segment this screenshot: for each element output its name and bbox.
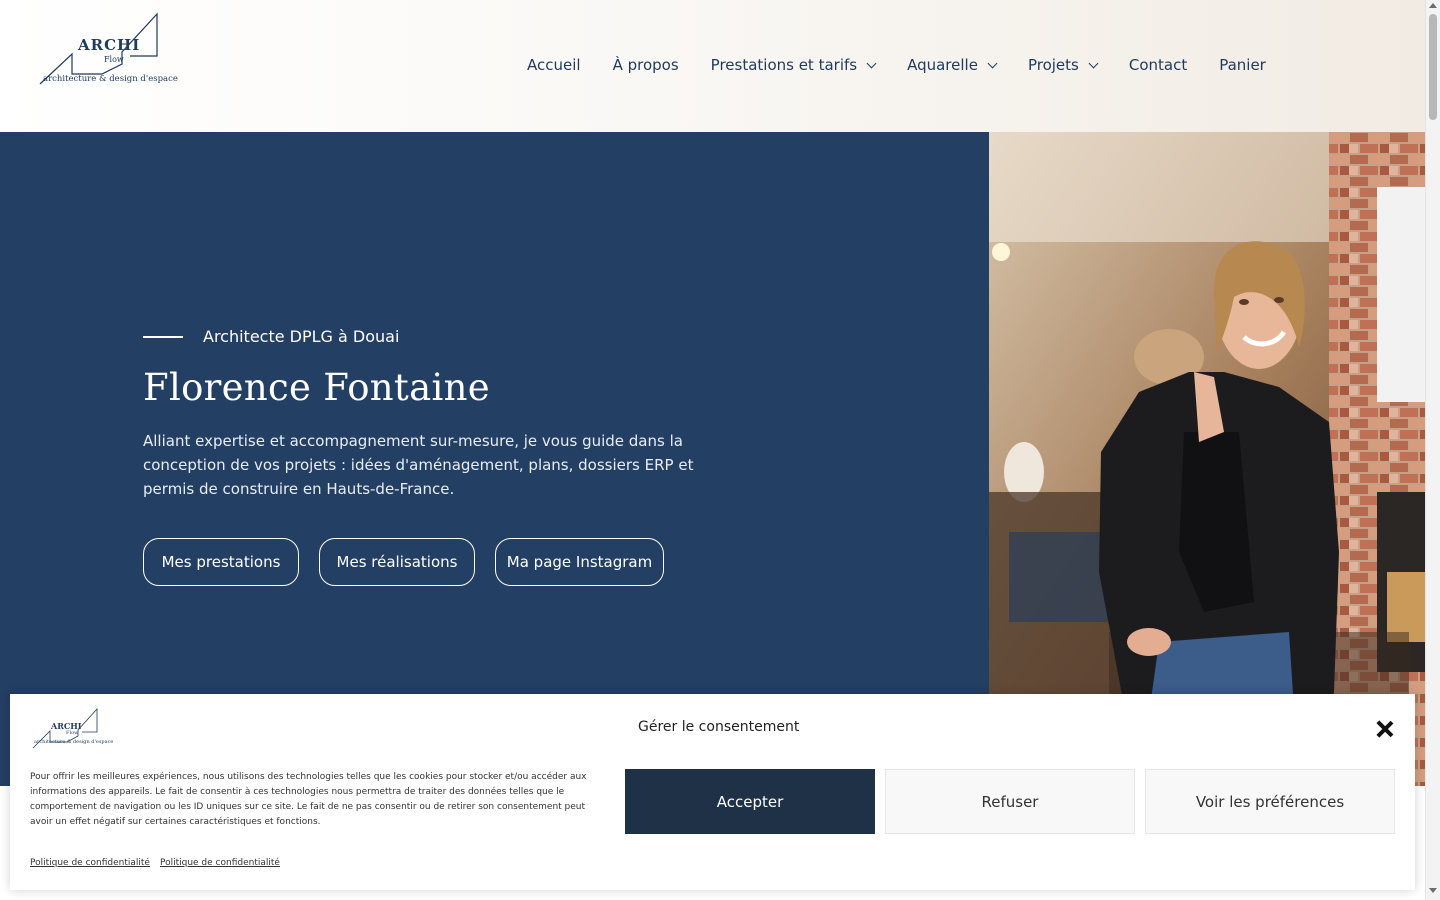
nav-item-contact[interactable]: Contact xyxy=(1129,56,1187,74)
nav-label: Prestations et tarifs xyxy=(710,56,858,74)
consent-logo: ARCHI Flow architecture & design d'espac… xyxy=(32,707,113,750)
consent-links: Politique de confidentialité Politique d… xyxy=(30,858,290,868)
nav-label: Projets xyxy=(1027,56,1079,74)
chevron-down-icon xyxy=(987,58,998,68)
nav-item-a-propos[interactable]: À propos xyxy=(613,56,679,74)
realisations-button[interactable]: Mes réalisations xyxy=(319,538,475,586)
nav-item-aquarelle[interactable]: Aquarelle xyxy=(907,56,998,74)
chevron-down-icon xyxy=(1088,58,1099,68)
consent-title: Gérer le consentement xyxy=(638,719,800,735)
logo-wordmark: ARCHI xyxy=(78,36,141,54)
privacy-policy-link[interactable]: Politique de confidentialité xyxy=(30,858,150,868)
accept-button[interactable]: Accepter xyxy=(625,769,875,834)
nav-label: Panier xyxy=(1219,56,1266,74)
nav-item-accueil[interactable]: Accueil xyxy=(527,56,581,74)
hero-title: Florence Fontaine xyxy=(143,366,490,409)
prestations-button[interactable]: Mes prestations xyxy=(143,538,299,586)
nav-label: Aquarelle xyxy=(907,56,978,74)
consent-logo-subword: Flow xyxy=(66,730,79,736)
scroll-down-arrow-icon[interactable] xyxy=(1429,888,1437,893)
preferences-button[interactable]: Voir les préférences xyxy=(1145,769,1395,834)
nav-label: Accueil xyxy=(527,56,581,74)
refuse-button[interactable]: Refuser xyxy=(885,769,1135,834)
scroll-up-arrow-icon[interactable] xyxy=(1429,3,1437,8)
nav-label: À propos xyxy=(612,56,679,74)
eyebrow-divider xyxy=(143,335,183,338)
consent-text: Pour offrir les meilleures expériences, … xyxy=(30,772,587,827)
cookie-consent-banner: ARCHI Flow architecture & design d'espac… xyxy=(10,694,1415,890)
nav-item-prestations[interactable]: Prestations et tarifs xyxy=(710,56,877,74)
nav-label: Contact xyxy=(1128,56,1188,74)
hero-buttons: Mes prestations Mes réalisations Ma page… xyxy=(143,538,684,586)
hero-section: Architecte DPLG à Douai Florence Fontain… xyxy=(0,132,989,786)
logo-tagline: architecture & design d'espace xyxy=(43,74,178,84)
close-icon[interactable] xyxy=(1376,720,1394,738)
hero-eyebrow: Architecte DPLG à Douai xyxy=(143,327,399,346)
chevron-down-icon xyxy=(866,58,877,68)
scroll-thumb[interactable] xyxy=(1429,14,1437,120)
portrait-illustration xyxy=(989,132,1425,786)
main-nav: Accueil À propos Prestations et tarifs A… xyxy=(527,53,1266,77)
hero-description: Alliant expertise et accompagnement sur-… xyxy=(143,432,694,498)
privacy-policy-link-2[interactable]: Politique de confidentialité xyxy=(160,858,280,868)
consent-logo-tagline: architecture & design d'espace xyxy=(34,739,114,745)
site-header: ARCHI Flow architecture & design d'espac… xyxy=(0,0,1425,132)
nav-item-projets[interactable]: Projets xyxy=(1027,56,1099,74)
portrait-photo xyxy=(989,132,1425,786)
instagram-button[interactable]: Ma page Instagram xyxy=(495,538,664,586)
vertical-scrollbar[interactable] xyxy=(1425,0,1440,900)
nav-item-panier[interactable]: Panier xyxy=(1219,56,1266,74)
logo[interactable]: ARCHI Flow architecture & design d'espac… xyxy=(38,12,178,88)
eyebrow-text: Architecte DPLG à Douai xyxy=(203,327,400,346)
logo-subword: Flow xyxy=(104,55,124,64)
